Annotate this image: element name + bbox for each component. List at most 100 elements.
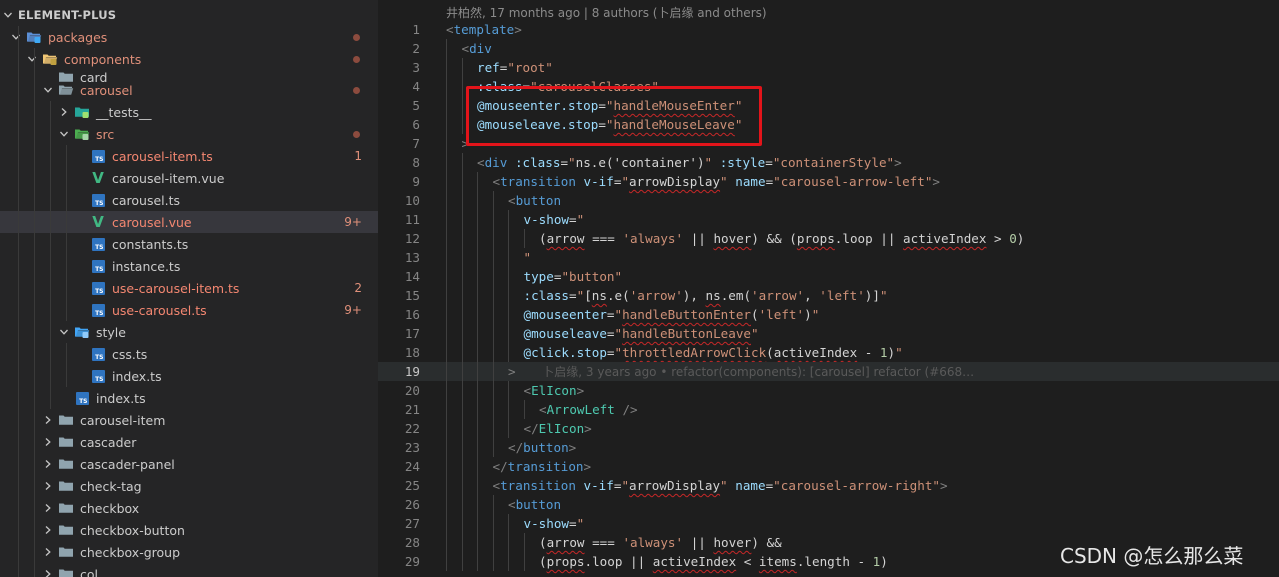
chevron-down-icon[interactable] [58,326,70,338]
indent-guide [461,58,463,77]
chevron-down-icon[interactable] [10,31,22,43]
chevron-right-icon[interactable] [42,414,54,426]
code-text: (props.loop || activeIndex < items.lengt… [539,552,888,571]
indent-guide [477,533,478,552]
explorer-folder-item[interactable]: __tests__ [0,101,378,123]
code-token: ) [887,345,896,360]
indent-guide [492,267,494,286]
explorer-folder-item[interactable]: src [0,123,378,145]
indent-guide [492,191,494,210]
code-line[interactable]: 17 @mouseleave="handleButtonLeave" [378,324,1279,343]
chevron-right-icon[interactable] [42,546,54,558]
explorer-root[interactable]: ELEMENT-PLUS [0,4,378,26]
indent-guide [461,324,463,343]
code-line[interactable]: 10 <button [378,191,1279,210]
indent-guide [477,191,478,210]
code-line[interactable]: 8 <div :class="ns.e('container')" :style=… [378,153,1279,172]
explorer-folder-item[interactable]: check-tag [0,475,378,497]
chevron-right-icon[interactable] [42,524,54,536]
indent-guide [446,229,447,248]
explorer-folder-item[interactable]: checkbox-button [0,519,378,541]
chevron-down-icon[interactable] [42,84,54,96]
code-token: > [932,174,940,189]
code-line[interactable]: 22 </ElIcon> [378,419,1279,438]
explorer-file-item[interactable]: css.ts [0,343,378,365]
explorer-folder-item[interactable]: cascader [0,431,378,453]
indent-guide [461,115,463,134]
code-line[interactable]: 18 @click.stop="throttledArrowClick(activ… [378,343,1279,362]
explorer-file-item[interactable]: index.ts [0,365,378,387]
code-line[interactable]: 13 " [378,248,1279,267]
code-token: > [576,383,585,398]
indent-guide [477,210,478,229]
indent-guide [446,77,447,96]
chevron-right-icon[interactable] [42,480,54,492]
folder-icon [58,434,74,450]
explorer-folder-item[interactable]: carousel-item [0,409,378,431]
explorer-file-item[interactable]: Vcarousel-item.vue [0,167,378,189]
code-line[interactable]: 19 > 卜启缘, 3 years ago • refactor(componen… [378,362,1279,381]
explorer-file-item[interactable]: Vcarousel.vue 9+ [0,211,378,233]
chevron-right-icon[interactable] [58,106,70,118]
folder-icon [58,544,74,560]
code-line[interactable]: 12 (arrow === 'always' || hover) && (prop… [378,229,1279,248]
code-line[interactable]: 26 <button [378,495,1279,514]
chevron-down-icon[interactable] [2,9,14,21]
explorer-file-item[interactable]: index.ts [0,387,378,409]
code-line[interactable]: 9 <transition v-if="arrowDisplay" name="c… [378,172,1279,191]
indent-guide [446,267,447,286]
explorer-file-item[interactable]: carousel.ts [0,189,378,211]
code-line[interactable]: 25 <transition v-if="arrowDisplay" name="… [378,476,1279,495]
code-token: props [546,554,585,569]
code-line[interactable]: 24 </transition> [378,457,1279,476]
code-line[interactable]: 21 <ArrowLeft /> [378,400,1279,419]
code-token: v-show [523,516,570,531]
explorer-folder-item[interactable]: checkbox-group [0,541,378,563]
explorer-folder-item[interactable]: style [0,321,378,343]
code-line[interactable]: 15:class="[ns.e('arrow'), ns.em('arrow',… [378,286,1279,305]
explorer-file-item[interactable]: constants.ts [0,233,378,255]
code-text: v-show=" [524,210,585,229]
explorer-file-item[interactable]: carousel-item.ts 1 [0,145,378,167]
indent-guide [461,96,463,115]
code-line[interactable]: 2 <div [378,39,1279,58]
code-token: name [735,478,766,493]
explorer-file-item[interactable]: instance.ts [0,255,378,277]
code-line[interactable]: 27 v-show=" [378,514,1279,533]
code-token: 'always' [622,231,684,246]
code-text: type="button" [524,267,623,286]
code-line[interactable]: 11 v-show=" [378,210,1279,229]
chevron-right-icon[interactable] [42,568,54,577]
ts-icon [90,280,106,296]
problem-count-badge: 1 [354,149,362,163]
explorer-folder-item[interactable]: carousel [0,79,378,101]
code-line[interactable]: 16 @mouseenter="handleButtonEnter('left')… [378,305,1279,324]
chevron-right-icon[interactable] [42,458,54,470]
chevron-right-icon[interactable] [42,502,54,514]
code-text: (arrow === 'always' || hover) && (props.… [539,229,1024,248]
chevron-right-icon[interactable] [42,436,54,448]
code-token: items [758,554,797,569]
code-line[interactable]: 23 </button> [378,438,1279,457]
indent-guide [461,267,463,286]
code-token: :class [523,288,570,303]
chevron-down-icon[interactable] [58,128,70,140]
code-token: arrowDisplay [629,174,721,189]
code-token: ) && ( [751,231,797,246]
chevron-down-icon[interactable] [26,53,38,65]
code-token: ns [591,288,607,303]
code-line[interactable]: 20 <ElIcon> [378,381,1279,400]
explorer-folder-item[interactable]: cascader-panel [0,453,378,475]
code-token: ns [705,288,721,303]
code-token: " [576,212,585,227]
explorer-file-item[interactable]: use-carousel.ts 9+ [0,299,378,321]
code-line[interactable]: 14 type="button" [378,267,1279,286]
explorer-folder-item[interactable]: col [0,563,378,577]
explorer-folder-item[interactable]: checkbox [0,497,378,519]
explorer-folder-item[interactable]: packages [0,26,378,48]
code-line[interactable]: 3 ref="root" [378,58,1279,77]
git-blame-header[interactable]: 井柏然, 17 months ago | 8 authors (卜启缘 and … [446,4,767,21]
explorer-file-item[interactable]: use-carousel-item.ts 2 [0,277,378,299]
code-token: < [508,497,516,512]
code-line[interactable]: 1 <template> [378,20,1279,39]
